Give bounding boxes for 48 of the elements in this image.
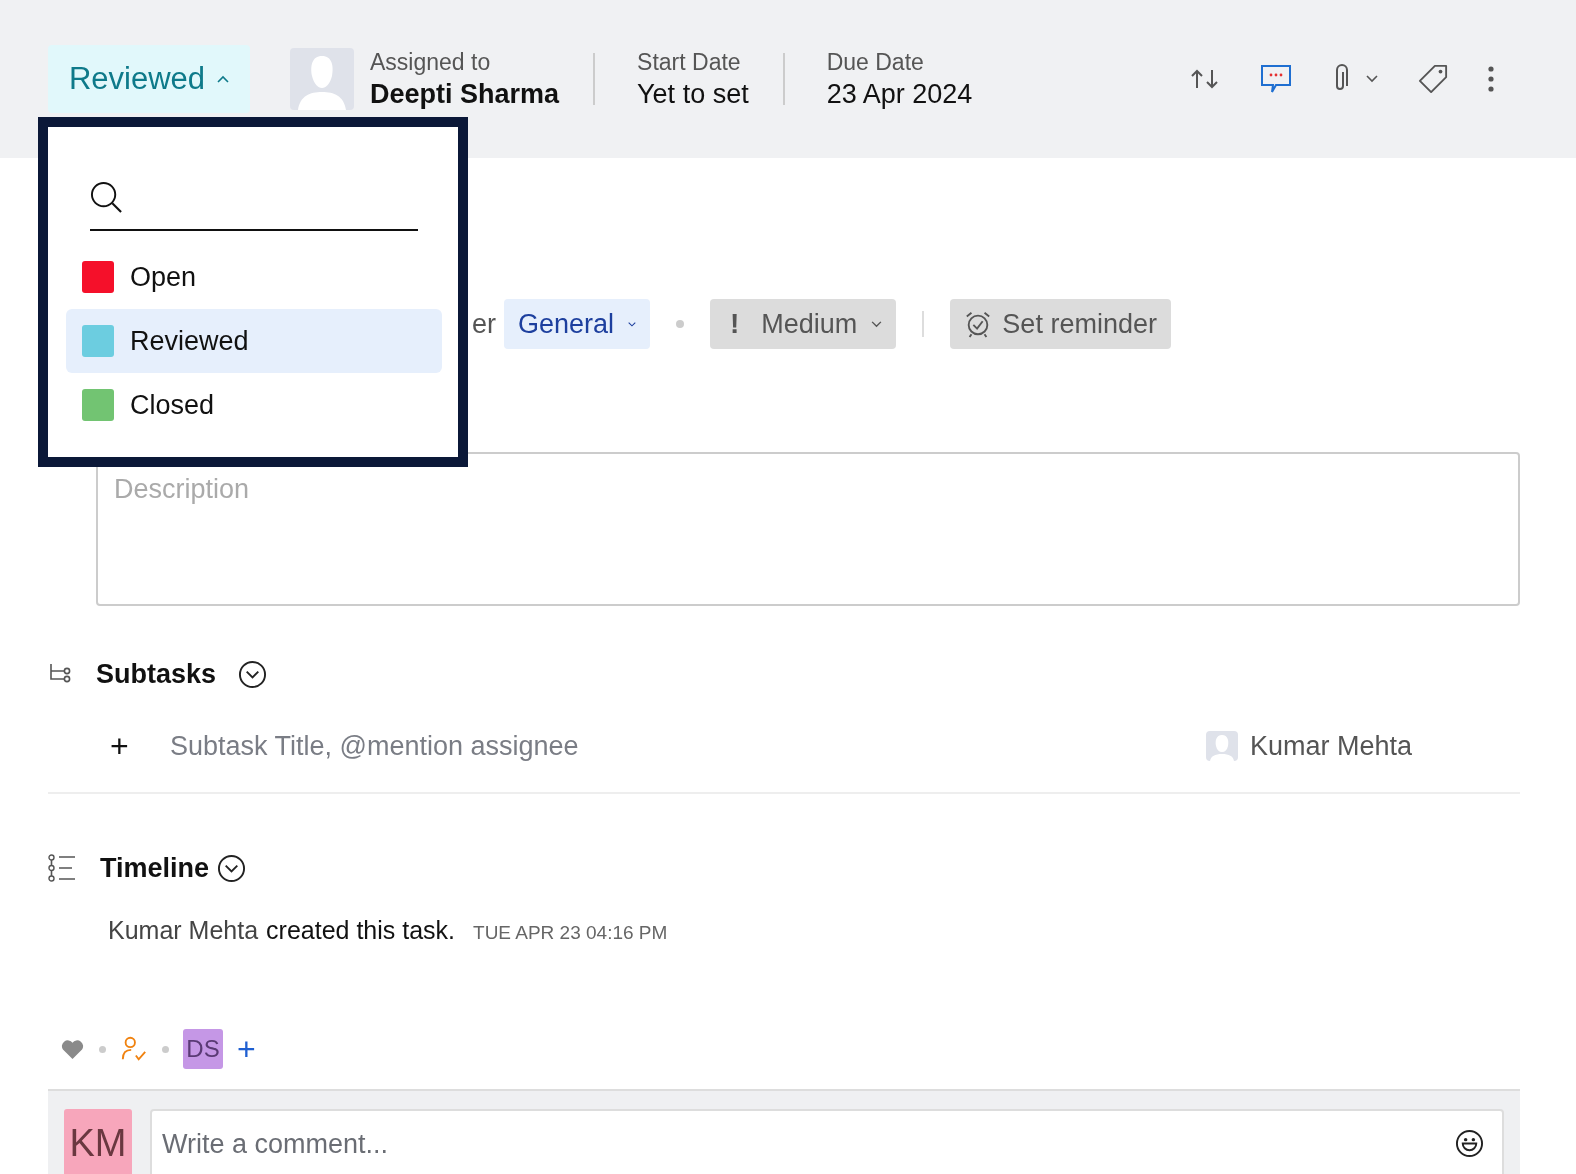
subtasks-icon	[48, 663, 72, 685]
date-value[interactable]: Yet to set	[637, 77, 749, 111]
priority-dropdown[interactable]: ! Medium	[710, 299, 897, 349]
author-name[interactable]: Kumar Mehta	[108, 916, 259, 945]
status-dropdown[interactable]: Reviewed	[48, 45, 250, 113]
category-dropdown[interactable]: General	[504, 299, 650, 349]
field-label: Due Date	[826, 48, 925, 77]
status-option[interactable]: Reviewed	[66, 309, 442, 373]
assign-user-icon[interactable]	[120, 1035, 148, 1063]
add-subtask-button[interactable]: +	[110, 727, 170, 765]
field-label: Assigned to	[370, 48, 492, 77]
caret-icon	[217, 75, 230, 83]
timestamp: TUE APR 23 04:16 PM	[473, 922, 668, 944]
field-label: Start Date	[637, 48, 742, 77]
timeline-icon	[48, 854, 76, 882]
caret-icon	[871, 320, 883, 328]
comment-field[interactable]: Write a comment...	[150, 1109, 1504, 1174]
expand-icon[interactable]	[217, 853, 247, 883]
section-title: Timeline	[100, 852, 210, 884]
user-avatar: KM	[64, 1109, 132, 1174]
section-title: Subtasks	[96, 658, 217, 690]
caret-icon[interactable]	[1366, 75, 1378, 83]
assignee-name[interactable]: Kumar Mehta	[1250, 730, 1413, 762]
status-option[interactable]: Closed	[66, 373, 442, 437]
more-icon[interactable]	[1488, 66, 1494, 92]
avatar-icon	[290, 48, 354, 110]
comment-icon[interactable]	[1260, 64, 1292, 94]
search-field[interactable]	[90, 181, 418, 231]
swap-icon[interactable]	[1190, 68, 1220, 90]
separator-dot	[162, 1045, 169, 1053]
emoji-icon[interactable]	[1455, 1129, 1484, 1158]
status-option[interactable]: Open	[66, 245, 442, 309]
avatar-icon	[1206, 731, 1238, 761]
timeline-text: created this task.	[266, 916, 456, 945]
date-value[interactable]: 23 Apr 2024	[826, 77, 973, 111]
tag-icon[interactable]	[1418, 64, 1448, 94]
add-follower-button[interactable]: +	[237, 1030, 256, 1068]
caret-icon	[628, 320, 636, 328]
reminder-button[interactable]: Set reminder	[950, 299, 1171, 349]
separator-dot	[99, 1045, 106, 1053]
field-label: er	[472, 308, 497, 340]
separator-dot	[676, 320, 684, 328]
assignee-name[interactable]: Deepti Sharma	[370, 77, 560, 111]
description-field[interactable]: Description	[96, 452, 1520, 606]
search-icon	[90, 181, 123, 214]
like-icon[interactable]	[60, 1038, 85, 1060]
expand-icon[interactable]	[238, 659, 268, 689]
follower-avatar[interactable]: DS	[183, 1029, 223, 1069]
